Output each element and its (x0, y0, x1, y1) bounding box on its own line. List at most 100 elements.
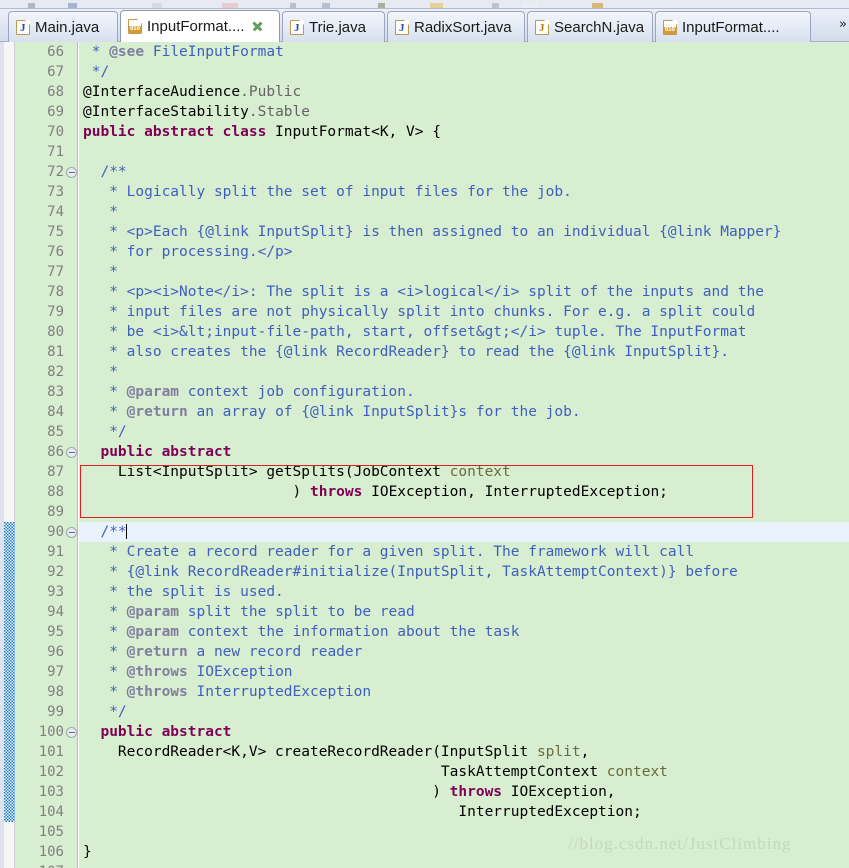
code-line-66[interactable]: * @see FileInputFormat (79, 42, 849, 62)
line-number-95[interactable]: 95 (15, 622, 78, 642)
toolbar-icon-fragment[interactable] (68, 3, 77, 8)
toolbar-icon-fragment[interactable] (322, 3, 330, 8)
toolbar-icon-fragment[interactable] (522, 3, 538, 8)
line-number-89[interactable]: 89 (15, 502, 78, 522)
line-number-106[interactable]: 106 (15, 842, 78, 862)
code-line-93[interactable]: * the split is used. (79, 582, 849, 602)
code-line-94[interactable]: * @param split the split to be read (79, 602, 849, 622)
line-number-78[interactable]: 78 (15, 282, 78, 302)
line-number-66[interactable]: 66 (15, 42, 78, 62)
line-number-79[interactable]: 79 (15, 302, 78, 322)
line-number-103[interactable]: 103 (15, 782, 78, 802)
code-line-78[interactable]: * <p><i>Note</i>: The split is a <i>logi… (79, 282, 849, 302)
line-number-77[interactable]: 77 (15, 262, 78, 282)
line-number-101[interactable]: 101 (15, 742, 78, 762)
code-editor[interactable]: 66 67 68 69 70 71 72 73 74 75 76 77 78 79 80 81 82 83 84 85… (0, 42, 849, 868)
line-number-70[interactable]: 70 (15, 122, 78, 142)
line-number-107[interactable]: 107 (15, 862, 78, 868)
annotation-ruler[interactable] (0, 42, 15, 868)
code-line-84[interactable]: * @return an array of {@link InputSplit}… (79, 402, 849, 422)
line-number-100[interactable]: 100 (15, 722, 78, 742)
code-line-96[interactable]: * @return a new record reader (79, 642, 849, 662)
tab-close-icon[interactable] (252, 21, 263, 32)
code-line-68[interactable]: @InterfaceAudience.Public (79, 82, 849, 102)
code-text-area[interactable]: } InterruptedException; ) throws IOExcep… (79, 42, 849, 868)
code-line-88[interactable]: ) throws IOException, InterruptedExcepti… (79, 482, 849, 502)
fold-collapse-icon[interactable] (66, 527, 77, 538)
fold-collapse-icon[interactable] (66, 167, 77, 178)
line-number-102[interactable]: 102 (15, 762, 78, 782)
line-number-75[interactable]: 75 (15, 222, 78, 242)
fold-collapse-icon[interactable] (66, 727, 77, 738)
line-number-104[interactable]: 104 (15, 802, 78, 822)
editor-tab-3[interactable]: RadixSort.java (387, 11, 525, 42)
line-number-93[interactable]: 93 (15, 582, 78, 602)
line-number-94[interactable]: 94 (15, 602, 78, 622)
line-number-92[interactable]: 92 (15, 562, 78, 582)
code-line-100[interactable]: public abstract (79, 722, 849, 742)
toolbar-icon-fragment[interactable] (28, 3, 35, 8)
code-line-90[interactable]: /** (79, 522, 849, 542)
toolbar-icon-fragment[interactable] (430, 3, 443, 8)
toolbar-icon-fragment[interactable] (492, 3, 499, 8)
code-line-83[interactable]: * @param context job configuration. (79, 382, 849, 402)
code-line-69[interactable]: @InterfaceStability.Stable (79, 102, 849, 122)
line-number-91[interactable]: 91 (15, 542, 78, 562)
change-bar-marker[interactable] (4, 522, 15, 822)
code-line-81[interactable]: * also creates the {@link RecordReader} … (79, 342, 849, 362)
code-line-76[interactable]: * for processing.</p> (79, 242, 849, 262)
code-line-91[interactable]: * Create a record reader for a given spl… (79, 542, 849, 562)
line-number-67[interactable]: 67 (15, 62, 78, 82)
line-number-88[interactable]: 88 (15, 482, 78, 502)
code-line-102[interactable]: TaskAttemptContext context (79, 762, 849, 782)
toolbar-icon-fragment[interactable] (290, 3, 296, 8)
line-number-84[interactable]: 84 (15, 402, 78, 422)
code-line-75[interactable]: * <p>Each {@link InputSplit} is then ass… (79, 222, 849, 242)
code-line-86[interactable]: public abstract (79, 442, 849, 462)
code-line-77[interactable]: * (79, 262, 849, 282)
line-number-71[interactable]: 71 (15, 142, 78, 162)
tab-overflow-chevron-icon[interactable]: » (839, 18, 847, 31)
toolbar-icon-fragment[interactable] (592, 3, 603, 8)
code-line-73[interactable]: * Logically split the set of input files… (79, 182, 849, 202)
line-number-82[interactable]: 82 (15, 362, 78, 382)
code-line-101[interactable]: RecordReader<K,V> createRecordReader(Inp… (79, 742, 849, 762)
line-number-73[interactable]: 73 (15, 182, 78, 202)
toolbar-strip[interactable] (0, 0, 849, 9)
editor-tab-1[interactable]: InputFormat.... (120, 10, 280, 42)
code-line-82[interactable]: * (79, 362, 849, 382)
toolbar-icon-fragment[interactable] (152, 3, 162, 8)
code-line-72[interactable]: /** (79, 162, 849, 182)
code-line-85[interactable]: */ (79, 422, 849, 442)
code-line-107[interactable] (79, 862, 849, 868)
code-line-79[interactable]: * input files are not physically split i… (79, 302, 849, 322)
code-line-67[interactable]: */ (79, 62, 849, 82)
line-number-68[interactable]: 68 (15, 82, 78, 102)
line-number-83[interactable]: 83 (15, 382, 78, 402)
line-number-80[interactable]: 80 (15, 322, 78, 342)
line-number-97[interactable]: 97 (15, 662, 78, 682)
editor-tab-5[interactable]: InputFormat.... (655, 11, 811, 42)
line-number-105[interactable]: 105 (15, 822, 78, 842)
code-line-92[interactable]: * {@link RecordReader#initialize(InputSp… (79, 562, 849, 582)
code-line-98[interactable]: * @throws InterruptedException (79, 682, 849, 702)
code-line-99[interactable]: */ (79, 702, 849, 722)
toolbar-icon-fragment[interactable] (222, 3, 238, 8)
code-line-80[interactable]: * be <i>&lt;input-file-path, start, offs… (79, 322, 849, 342)
code-line-89[interactable] (79, 502, 849, 522)
code-line-87[interactable]: List<InputSplit> getSplits(JobContext co… (79, 462, 849, 482)
line-number-90[interactable]: 90 (15, 522, 78, 542)
toolbar-icon-fragment[interactable] (378, 3, 385, 8)
editor-tab-4[interactable]: SearchN.java (527, 11, 653, 42)
code-line-74[interactable]: * (79, 202, 849, 222)
line-number-86[interactable]: 86 (15, 442, 78, 462)
line-number-69[interactable]: 69 (15, 102, 78, 122)
line-number-74[interactable]: 74 (15, 202, 78, 222)
code-line-104[interactable]: InterruptedException; (79, 802, 849, 822)
line-number-99[interactable]: 99 (15, 702, 78, 722)
line-number-96[interactable]: 96 (15, 642, 78, 662)
line-number-98[interactable]: 98 (15, 682, 78, 702)
line-number-81[interactable]: 81 (15, 342, 78, 362)
code-line-71[interactable] (79, 142, 849, 162)
code-line-103[interactable]: ) throws IOException, (79, 782, 849, 802)
